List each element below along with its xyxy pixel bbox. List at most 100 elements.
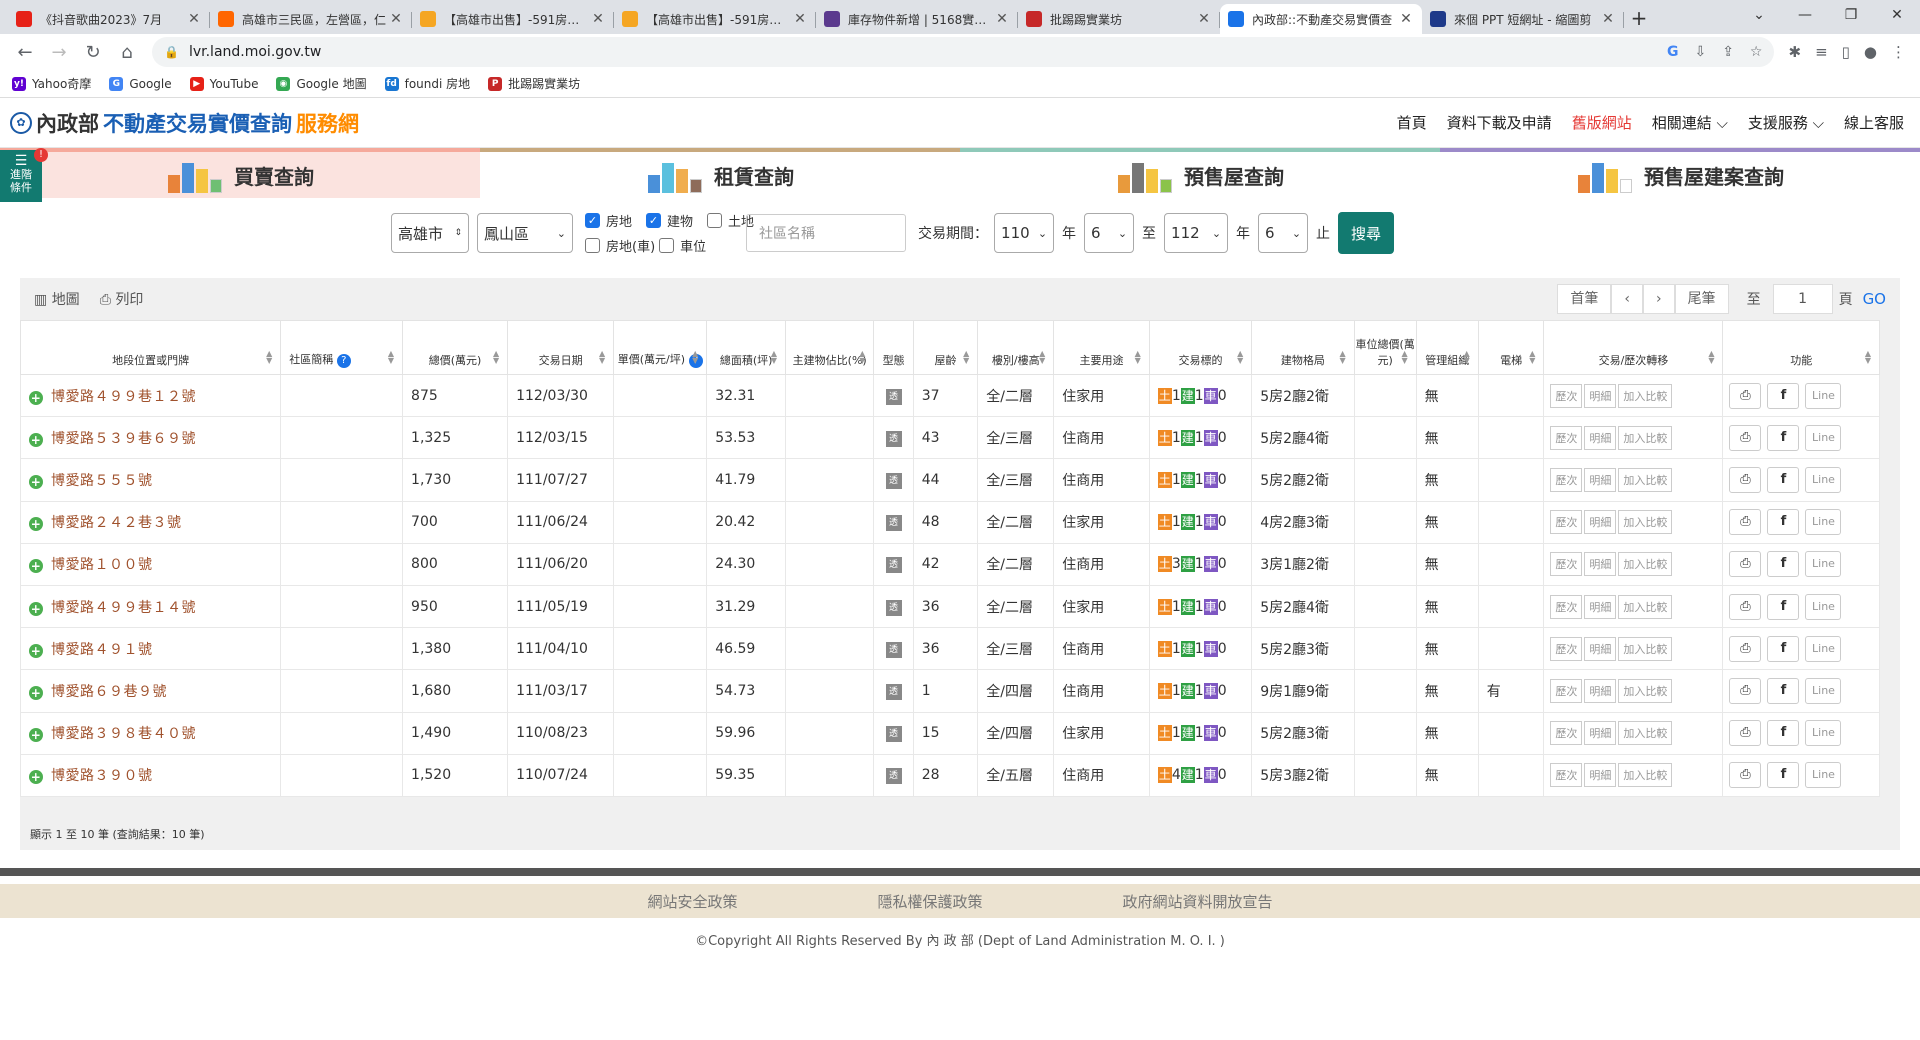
expand-icon[interactable]: + [29, 432, 43, 447]
close-tab-icon[interactable]: ✕ [1196, 11, 1212, 27]
reload-icon[interactable]: ↻ [76, 42, 110, 63]
sort-icon[interactable]: ▲ ▼ [1339, 350, 1345, 365]
site-logo[interactable]: ✿ 內政部 不動產交易實價查詢 服務網 [10, 108, 359, 138]
sort-icon[interactable]: ▲ ▼ [493, 350, 499, 365]
close-tab-icon[interactable]: ✕ [1600, 11, 1616, 27]
print-row-icon[interactable]: ⎙ [1729, 677, 1762, 704]
column-header[interactable]: 交易日期 ▲ ▼ [507, 320, 615, 375]
new-tab-button[interactable]: + [1624, 4, 1654, 34]
district-select[interactable]: 鳳山區 ⌄ [477, 213, 573, 253]
line-share-button[interactable]: Line [1805, 677, 1842, 704]
column-header[interactable]: 交易/歷次轉移 ▲ ▼ [1543, 320, 1724, 375]
category-tab[interactable]: 租賃查詢 [480, 148, 960, 198]
lock-icon[interactable]: 🔒 [164, 45, 179, 59]
facebook-icon[interactable]: f [1767, 635, 1800, 662]
checkbox-checked-icon[interactable]: ✓ [646, 213, 662, 228]
first-page-button[interactable]: 首筆 [1557, 284, 1612, 314]
bookmark-item[interactable]: G Google [109, 76, 172, 91]
sort-icon[interactable]: ▲ ▼ [1464, 350, 1470, 365]
column-header[interactable]: 總面積(坪) ▲ ▼ [706, 320, 787, 375]
history-button[interactable]: 歷次 [1550, 763, 1583, 788]
print-row-icon[interactable]: ⎙ [1729, 593, 1762, 620]
to-year-select[interactable]: 112 ⌄ [1164, 213, 1229, 253]
footer-link[interactable]: 網站安全政策 [647, 891, 737, 912]
browser-tab[interactable]: 《抖音歌曲2023》7月 ✕ [8, 4, 210, 34]
back-icon[interactable]: ← [8, 42, 42, 63]
facebook-icon[interactable]: f [1767, 762, 1800, 789]
detail-button[interactable]: 明細 [1584, 636, 1617, 661]
browser-tab[interactable]: 內政部::不動產交易實價查 ✕ [1220, 4, 1422, 34]
history-button[interactable]: 歷次 [1550, 552, 1583, 577]
compare-button[interactable]: 加入比較 [1618, 552, 1673, 577]
sort-icon[interactable]: ▲ ▼ [599, 350, 605, 365]
print-row-icon[interactable]: ⎙ [1729, 635, 1762, 662]
city-select[interactable]: 高雄市 ⇕ [391, 213, 469, 253]
browser-tab[interactable]: 高雄市三民區，左營區，仁 ✕ [210, 4, 412, 34]
history-button[interactable]: 歷次 [1550, 425, 1583, 450]
minimize-button[interactable]: — [1782, 0, 1828, 30]
line-share-button[interactable]: Line [1805, 466, 1842, 493]
print-row-icon[interactable]: ⎙ [1729, 382, 1762, 409]
history-button[interactable]: 歷次 [1550, 467, 1583, 492]
option-building[interactable]: ✓ 建物 [646, 211, 693, 230]
expand-icon[interactable]: + [29, 390, 43, 405]
line-share-button[interactable]: Line [1805, 509, 1842, 536]
compare-button[interactable]: 加入比較 [1618, 383, 1673, 408]
print-row-icon[interactable]: ⎙ [1729, 424, 1762, 451]
address-cell[interactable]: + 博愛路５３９巷６９號 [19, 416, 282, 460]
address-cell[interactable]: + 博愛路１００號 [19, 542, 282, 586]
checkbox-icon[interactable] [585, 238, 600, 253]
detail-button[interactable]: 明細 [1584, 510, 1617, 535]
facebook-icon[interactable]: f [1767, 720, 1800, 747]
detail-button[interactable]: 明細 [1584, 721, 1617, 746]
bookmark-item[interactable]: fd foundi 房地 [384, 75, 470, 92]
sort-icon[interactable]: ▲ ▼ [266, 350, 272, 365]
nav-link[interactable]: 舊版網站 [1572, 112, 1632, 133]
table-row[interactable]: + 博愛路１００號 800 111/06/20 24.30 透 42 全/二層 住商用 土3建1車… [19, 542, 1880, 586]
facebook-icon[interactable]: f [1767, 677, 1800, 704]
column-header[interactable]: 主要用途 ▲ ▼ [1053, 320, 1150, 375]
column-header[interactable]: 主建物佔比(%) ▲ ▼ [785, 320, 875, 375]
url-field[interactable]: 🔒 lvr.land.moi.gov.tw G ⇩ ⇪ ☆ [152, 37, 1775, 67]
browser-tab[interactable]: 【高雄市出售】-591房屋交 ✕ [412, 4, 614, 34]
browser-tab[interactable]: 來個 PPT 短網址 - 縮圖剪 ✕ [1422, 4, 1624, 34]
nav-link[interactable]: 線上客服 [1844, 112, 1904, 133]
forward-icon[interactable]: → [42, 42, 76, 63]
community-name-input[interactable]: 社區名稱 [746, 214, 907, 252]
address-cell[interactable]: + 博愛路４９１號 [19, 627, 282, 671]
expand-icon[interactable]: + [29, 685, 43, 700]
facebook-icon[interactable]: f [1767, 509, 1800, 536]
detail-button[interactable]: 明細 [1584, 383, 1617, 408]
close-tab-icon[interactable]: ✕ [186, 11, 202, 27]
history-button[interactable]: 歷次 [1550, 383, 1583, 408]
table-row[interactable]: + 博愛路４９１號 1,380 111/04/10 46.59 透 36 全/三層 住商用 土1建… [19, 627, 1880, 671]
column-header[interactable]: 電梯 ▲ ▼ [1477, 320, 1545, 375]
restore-button[interactable]: ❐ [1828, 0, 1874, 30]
line-share-button[interactable]: Line [1805, 762, 1842, 789]
table-row[interactable]: + 博愛路４９９巷１４號 950 111/05/19 31.29 透 36 全/二層 住家用 土1… [19, 584, 1880, 629]
detail-button[interactable]: 明細 [1584, 594, 1617, 619]
sort-icon[interactable]: ▲ ▼ [1135, 350, 1141, 365]
close-tab-icon[interactable]: ✕ [994, 11, 1010, 27]
column-header[interactable]: 地段位置或門牌 ▲ ▼ [19, 320, 282, 375]
detail-button[interactable]: 明細 [1584, 552, 1617, 577]
column-header[interactable]: 總價(萬元) ▲ ▼ [402, 320, 509, 375]
compare-button[interactable]: 加入比較 [1618, 425, 1673, 450]
sort-icon[interactable]: ▲ ▼ [388, 350, 394, 365]
expand-icon[interactable]: + [29, 728, 43, 743]
print-button[interactable]: ⎙ 列印 [100, 289, 144, 309]
address-cell[interactable]: + 博愛路２４２巷３號 [19, 500, 282, 544]
expand-icon[interactable]: + [29, 770, 43, 785]
print-row-icon[interactable]: ⎙ [1729, 762, 1762, 789]
go-button[interactable]: GO [1863, 290, 1886, 308]
expand-icon[interactable]: + [29, 517, 43, 532]
close-tab-icon[interactable]: ✕ [388, 11, 404, 27]
column-header[interactable]: 交易標的 ▲ ▼ [1148, 320, 1253, 375]
address-cell[interactable]: + 博愛路４９９巷１４號 [19, 584, 282, 629]
home-icon[interactable]: ⌂ [110, 42, 144, 63]
checkbox-icon[interactable] [659, 238, 675, 253]
detail-button[interactable]: 明細 [1584, 763, 1617, 788]
column-header[interactable]: 屋齡 ▲ ▼ [912, 320, 979, 375]
from-year-select[interactable]: 110 ⌄ [994, 213, 1055, 253]
sort-icon[interactable]: ▲ ▼ [771, 350, 777, 365]
